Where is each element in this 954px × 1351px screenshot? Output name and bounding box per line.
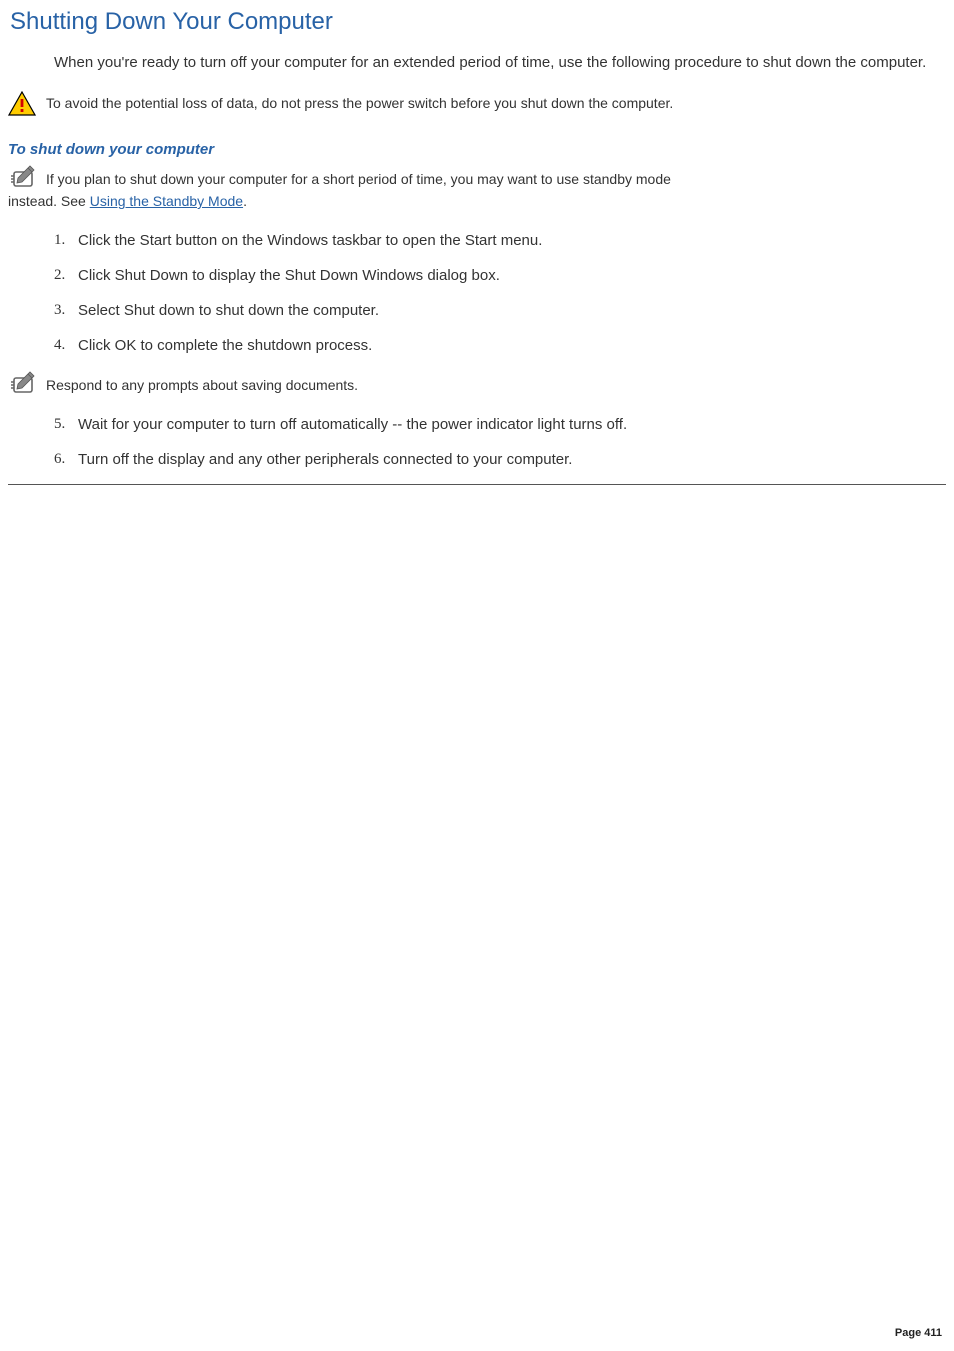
note-text-line1: If you plan to shut down your computer f… [46,170,671,190]
step-item: 1.Click the Start button on the Windows … [54,230,946,251]
step-item: 5.Wait for your computer to turn off aut… [54,414,946,435]
warning-text: To avoid the potential loss of data, do … [46,94,673,114]
page-number: Page 411 [895,1327,942,1339]
section-divider [8,484,946,485]
pencil-note-icon [8,164,46,190]
step-item: 6.Turn off the display and any other per… [54,449,946,470]
step-item: 2.Click Shut Down to display the Shut Do… [54,265,946,286]
warning-callout: To avoid the potential loss of data, do … [8,91,946,117]
procedure-subheading: To shut down your computer [8,141,946,158]
note-standby: If you plan to shut down your computer f… [8,164,946,212]
intro-paragraph: When you're ready to turn off your compu… [54,52,940,73]
step-item: 4.Click OK to complete the shutdown proc… [54,335,946,356]
standby-mode-link[interactable]: Using the Standby Mode [90,193,243,209]
pencil-note-icon [8,370,46,396]
note-save-prompts: Respond to any prompts about saving docu… [8,370,946,396]
warning-icon [8,91,46,117]
step-item: 3.Select Shut down to shut down the comp… [54,300,946,321]
steps-list-2: 5.Wait for your computer to turn off aut… [54,414,946,470]
note-text-line2: instead. See Using the Standby Mode. [8,192,946,212]
steps-list-1: 1.Click the Start button on the Windows … [54,230,946,356]
page-title: Shutting Down Your Computer [10,8,946,36]
note-save-text: Respond to any prompts about saving docu… [46,376,358,396]
